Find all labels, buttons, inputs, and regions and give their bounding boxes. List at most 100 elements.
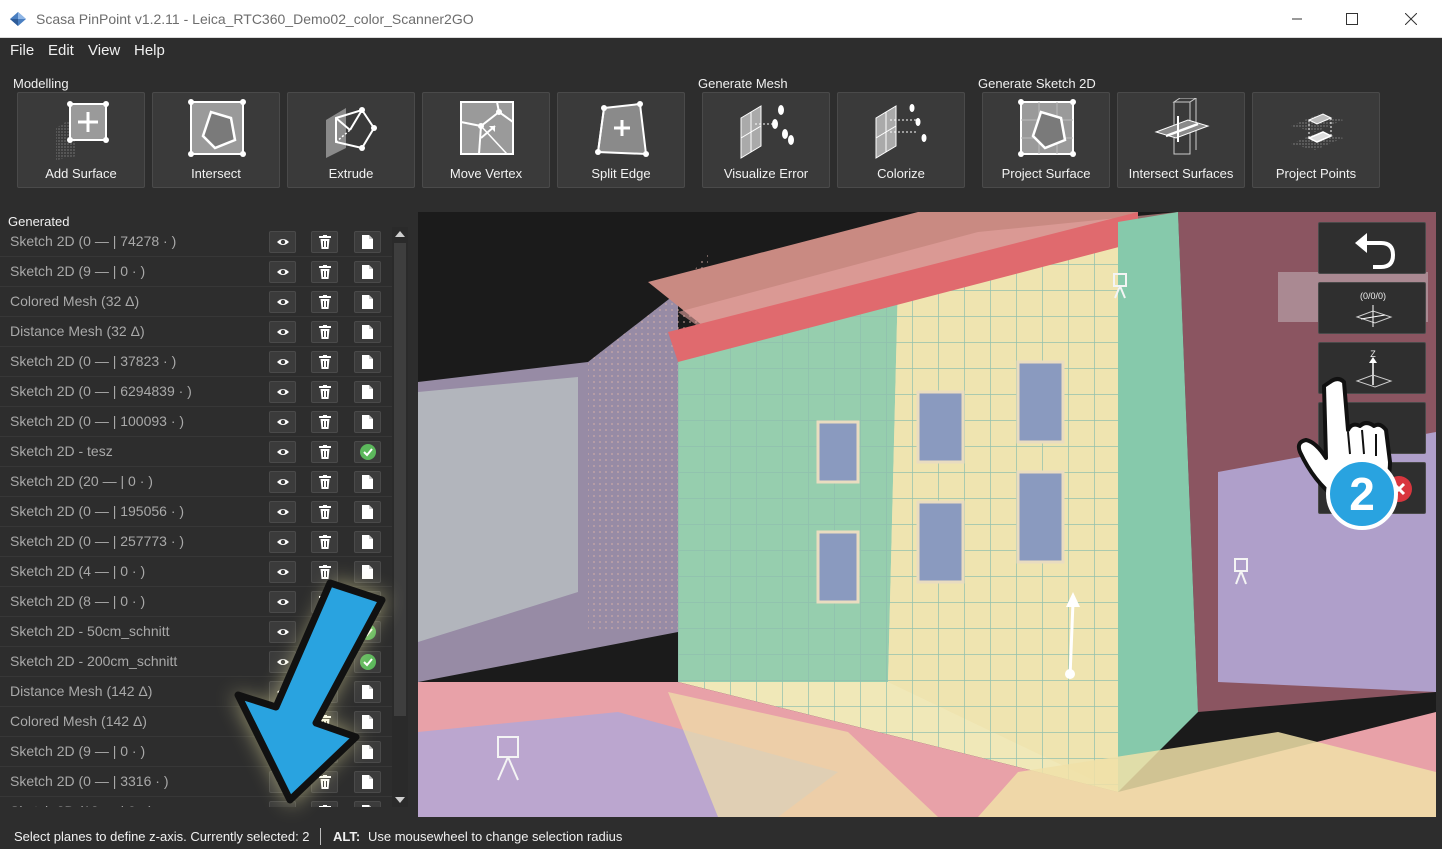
- visibility-toggle-button[interactable]: [269, 471, 296, 493]
- list-item[interactable]: Sketch 2D (0 — | 37823 · ): [0, 347, 392, 377]
- visibility-toggle-button[interactable]: [269, 501, 296, 523]
- visibility-toggle-button[interactable]: [269, 411, 296, 433]
- visibility-toggle-button[interactable]: [269, 261, 296, 283]
- add-surface-label: Add Surface: [45, 166, 117, 181]
- export-button[interactable]: [354, 501, 381, 523]
- scroll-up-button[interactable]: [392, 227, 408, 241]
- add-surface-button[interactable]: Add Surface: [17, 92, 145, 188]
- colorize-button[interactable]: Colorize: [837, 92, 965, 188]
- list-item-label: Sketch 2D (8 — | 0 · ): [10, 593, 146, 609]
- visualize-error-button[interactable]: Visualize Error: [702, 92, 830, 188]
- list-item[interactable]: Colored Mesh (32 Δ): [0, 287, 392, 317]
- delete-button[interactable]: [311, 231, 338, 253]
- list-item-label: Sketch 2D (0 — | 195056 · ): [10, 503, 185, 519]
- export-button[interactable]: [354, 351, 381, 373]
- export-button[interactable]: [354, 381, 381, 403]
- delete-button[interactable]: [311, 261, 338, 283]
- delete-button[interactable]: [311, 351, 338, 373]
- export-button[interactable]: [354, 321, 381, 343]
- document-icon: [362, 535, 373, 549]
- visibility-toggle-button[interactable]: [269, 381, 296, 403]
- group-label-generate-sketch: Generate Sketch 2D: [978, 76, 1096, 91]
- menu-help[interactable]: Help: [134, 42, 165, 59]
- list-item-label: Sketch 2D (0 — | 37823 · ): [10, 353, 177, 369]
- eye-icon: [276, 449, 289, 455]
- export-button[interactable]: [354, 231, 381, 253]
- split-edge-button[interactable]: Split Edge: [557, 92, 685, 188]
- project-points-icon: [1291, 113, 1343, 150]
- delete-button[interactable]: [311, 531, 338, 553]
- list-item-label: Sketch 2D - 200cm_schnitt: [10, 653, 178, 669]
- colorize-icon: [875, 104, 927, 159]
- intersect-surfaces-button[interactable]: Intersect Surfaces: [1117, 92, 1245, 188]
- list-item-label: Sketch 2D (0 — | 257773 · ): [10, 533, 185, 549]
- list-item-label: Sketch 2D (9 — | 0 · ): [10, 263, 146, 279]
- list-item[interactable]: Sketch 2D (0 — | 257773 · ): [0, 527, 392, 557]
- export-button[interactable]: [354, 261, 381, 283]
- export-button[interactable]: [354, 291, 381, 313]
- visibility-toggle-button[interactable]: [269, 231, 296, 253]
- visibility-toggle-button[interactable]: [269, 441, 296, 463]
- origin-axes-icon: [1355, 305, 1393, 327]
- list-item[interactable]: Sketch 2D (0 — | 100093 · ): [0, 407, 392, 437]
- eye-icon: [276, 299, 289, 305]
- extrude-icon: [326, 107, 377, 158]
- visibility-toggle-button[interactable]: [269, 531, 296, 553]
- delete-button[interactable]: [311, 291, 338, 313]
- export-button[interactable]: [354, 531, 381, 553]
- exported-status-button[interactable]: [354, 441, 381, 463]
- export-button[interactable]: [354, 471, 381, 493]
- delete-button[interactable]: [311, 321, 338, 343]
- delete-button[interactable]: [311, 441, 338, 463]
- move-vertex-button[interactable]: Move Vertex: [422, 92, 550, 188]
- trash-icon: [318, 265, 331, 279]
- delete-button[interactable]: [311, 381, 338, 403]
- document-icon: [362, 505, 373, 519]
- minimize-button[interactable]: [1268, 0, 1326, 38]
- trash-icon: [318, 445, 331, 459]
- maximize-button[interactable]: [1323, 0, 1381, 38]
- list-item[interactable]: Sketch 2D (0 — | 6294839 · ): [0, 377, 392, 407]
- delete-button[interactable]: [311, 501, 338, 523]
- add-surface-icon: [56, 101, 109, 160]
- eye-icon: [276, 539, 289, 545]
- list-item[interactable]: Sketch 2D (0 — | 74278 · ): [0, 227, 392, 257]
- app-logo-icon: [10, 12, 26, 26]
- project-surface-label: Project Surface: [1001, 166, 1091, 181]
- menu-file[interactable]: File: [10, 42, 34, 59]
- trash-icon: [318, 295, 331, 309]
- delete-button[interactable]: [311, 471, 338, 493]
- list-item[interactable]: Sketch 2D (0 — | 195056 · ): [0, 497, 392, 527]
- list-item[interactable]: Sketch 2D (20 — | 0 · ): [0, 467, 392, 497]
- undo-button[interactable]: [1318, 222, 1426, 274]
- list-item-label: Sketch 2D (0 — | 3316 · ): [10, 773, 169, 789]
- close-window-button[interactable]: [1382, 0, 1440, 38]
- group-label-modelling: Modelling: [13, 76, 69, 91]
- check-icon: [359, 444, 376, 460]
- delete-button[interactable]: [311, 411, 338, 433]
- list-item[interactable]: Distance Mesh (32 Δ): [0, 317, 392, 347]
- colorize-label: Colorize: [877, 166, 925, 181]
- origin-button[interactable]: (0/0/0): [1318, 282, 1426, 334]
- eye-icon: [276, 329, 289, 335]
- menu-view[interactable]: View: [88, 42, 120, 59]
- title-bar: Scasa PinPoint v1.2.11 - Leica_RTC360_De…: [0, 0, 1442, 38]
- visibility-toggle-button[interactable]: [269, 351, 296, 373]
- project-surface-button[interactable]: Project Surface: [982, 92, 1110, 188]
- eye-icon: [276, 509, 289, 515]
- list-item-label: Sketch 2D (9 — | 0 · ): [10, 743, 146, 759]
- intersect-button[interactable]: Intersect: [152, 92, 280, 188]
- list-item-label: Sketch 2D - tesz: [10, 443, 113, 459]
- document-icon: [362, 325, 373, 339]
- list-item[interactable]: Sketch 2D - tesz: [0, 437, 392, 467]
- project-points-button[interactable]: Project Points: [1252, 92, 1380, 188]
- extrude-button[interactable]: Extrude: [287, 92, 415, 188]
- visibility-toggle-button[interactable]: [269, 291, 296, 313]
- extrude-label: Extrude: [328, 166, 374, 181]
- export-button[interactable]: [354, 411, 381, 433]
- 3d-viewport[interactable]: (0/0/0) Z 2: [418, 212, 1436, 817]
- menu-edit[interactable]: Edit: [48, 42, 74, 59]
- list-item[interactable]: Sketch 2D (9 — | 0 · ): [0, 257, 392, 287]
- document-icon: [362, 265, 373, 279]
- visibility-toggle-button[interactable]: [269, 321, 296, 343]
